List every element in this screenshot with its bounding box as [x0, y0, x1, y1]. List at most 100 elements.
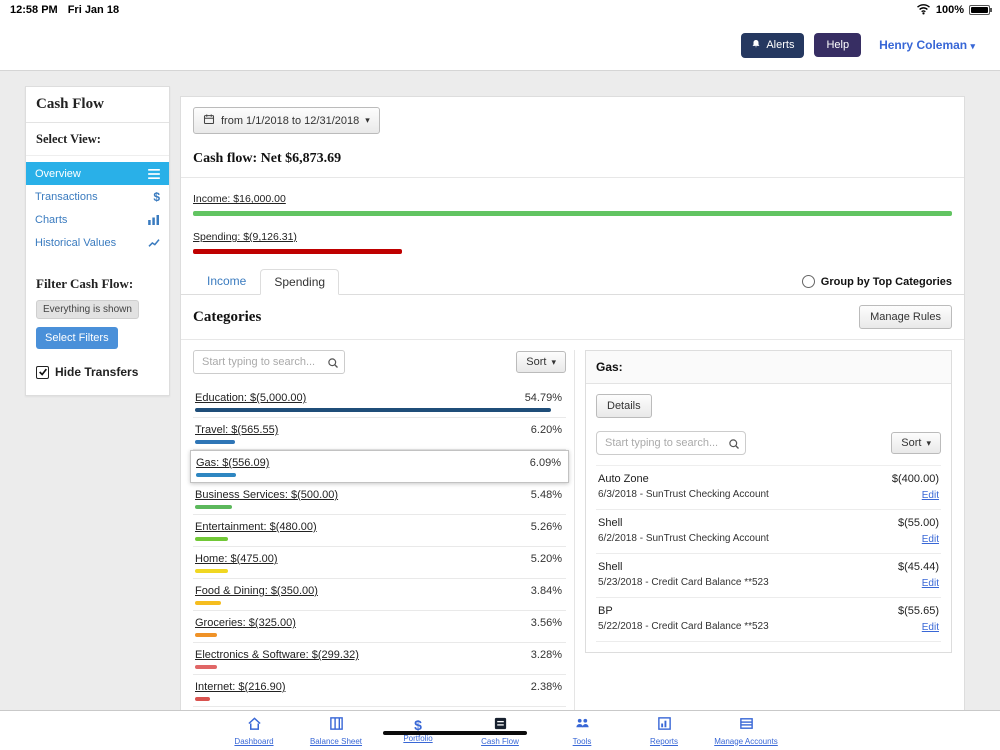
tab-income[interactable]: Income	[193, 268, 260, 294]
category-label[interactable]: Education: $(5,000.00)	[195, 392, 306, 404]
battery-percent: 100%	[936, 4, 964, 16]
sidebar-item-historical-values[interactable]: Historical Values	[26, 231, 169, 254]
sidebar-item-charts[interactable]: Charts	[26, 208, 169, 231]
transaction-edit-link[interactable]: Edit	[922, 622, 939, 633]
category-bar	[195, 633, 217, 637]
transaction-meta: 5/23/2018 - Credit Card Balance **523	[598, 577, 769, 588]
nav-reports[interactable]: Reports	[633, 716, 695, 746]
view-menu: Overview Transactions $ Charts Histo	[26, 162, 169, 254]
category-row[interactable]: Travel: $(565.55) 6.20%	[193, 418, 566, 450]
category-percent: 3.56%	[531, 617, 562, 629]
category-label[interactable]: Gas: $(556.09)	[196, 457, 269, 469]
status-time: 12:58 PM	[10, 4, 58, 16]
chevron-down-icon: ▾	[365, 115, 370, 126]
category-row[interactable]: Gas: $(556.09) 6.09%	[190, 450, 569, 483]
manage-rules-button[interactable]: Manage Rules	[859, 305, 952, 329]
transaction-row[interactable]: Shell 5/23/2018 - Credit Card Balance **…	[596, 554, 941, 598]
category-label[interactable]: Internet: $(216.90)	[195, 681, 286, 693]
transaction-search-input[interactable]	[596, 431, 746, 455]
user-name: Henry Coleman	[879, 38, 967, 52]
transaction-edit-link[interactable]: Edit	[922, 534, 939, 545]
calendar-icon	[203, 113, 215, 128]
income-bar	[193, 211, 952, 216]
category-label[interactable]: Business Services: $(500.00)	[195, 489, 338, 501]
category-sort-button[interactable]: Sort ▾	[516, 351, 566, 373]
sidebar-item-overview[interactable]: Overview	[26, 162, 169, 185]
transaction-amount: $(55.65)	[898, 605, 939, 617]
app-screen: 12:58 PM Fri Jan 18 100% Alerts Help Hen…	[0, 0, 1000, 750]
category-bar	[195, 665, 217, 669]
category-label[interactable]: Food & Dining: $(350.00)	[195, 585, 318, 597]
transaction-sort-button[interactable]: Sort ▾	[891, 432, 941, 454]
select-view-label: Select View:	[26, 123, 169, 156]
bottom-nav: Dashboard Balance Sheet $ Portfolio Cash…	[0, 710, 1000, 750]
category-label[interactable]: Home: $(475.00)	[195, 553, 278, 565]
nav-manage-accounts[interactable]: Manage Accounts	[715, 716, 777, 746]
transaction-edit-link[interactable]: Edit	[922, 490, 939, 501]
categories-column: Sort ▾ Education: $(5,000.00) 54.79%	[193, 350, 575, 711]
category-label[interactable]: Entertainment: $(480.00)	[195, 521, 317, 533]
group-by-label: Group by Top Categories	[821, 276, 952, 288]
category-row[interactable]: Education: $(5,000.00) 54.79%	[193, 386, 566, 418]
hide-transfers-checkbox[interactable]	[36, 366, 49, 379]
transaction-list: Auto Zone 6/3/2018 - SunTrust Checking A…	[596, 466, 941, 642]
category-percent: 2.38%	[531, 681, 562, 693]
transaction-row[interactable]: Shell 6/2/2018 - SunTrust Checking Accou…	[596, 510, 941, 554]
category-row[interactable]: Internet: $(216.90) 2.38%	[193, 675, 566, 707]
app-header: Alerts Help Henry Coleman ▾	[0, 20, 1000, 70]
bell-icon	[751, 39, 761, 52]
transaction-meta: 6/3/2018 - SunTrust Checking Account	[598, 489, 769, 500]
nav-tools[interactable]: Tools	[551, 716, 613, 746]
page-title: Cash Flow	[26, 87, 169, 123]
transaction-amount: $(45.44)	[898, 561, 939, 573]
sort-label: Sort	[526, 356, 546, 368]
category-row[interactable]: Electronics & Software: $(299.32) 3.28%	[193, 643, 566, 675]
category-search-input[interactable]	[193, 350, 345, 374]
help-button[interactable]: Help	[814, 33, 861, 57]
category-detail-panel: Gas: Details Sort	[585, 350, 952, 653]
category-bar	[195, 505, 232, 509]
select-filters-button[interactable]: Select Filters	[36, 327, 118, 349]
nav-label: Tools	[573, 737, 592, 746]
transaction-row[interactable]: Auto Zone 6/3/2018 - SunTrust Checking A…	[596, 466, 941, 510]
bar-chart-icon	[148, 215, 160, 225]
nav-label: Portfolio	[403, 734, 432, 743]
nav-dashboard[interactable]: Dashboard	[223, 716, 285, 746]
transaction-payee: BP	[598, 605, 769, 617]
category-label[interactable]: Travel: $(565.55)	[195, 424, 278, 436]
category-bar	[195, 408, 551, 412]
category-label[interactable]: Groceries: $(325.00)	[195, 617, 296, 629]
nav-balance-sheet[interactable]: Balance Sheet	[305, 716, 367, 746]
category-row[interactable]: Groceries: $(325.00) 3.56%	[193, 611, 566, 643]
sidebar-item-label: Historical Values	[35, 237, 116, 249]
home-indicator[interactable]	[383, 731, 527, 735]
alerts-button[interactable]: Alerts	[741, 33, 804, 58]
transaction-row[interactable]: BP 5/22/2018 - Credit Card Balance **523…	[596, 598, 941, 642]
category-row[interactable]: Food & Dining: $(350.00) 3.84%	[193, 579, 566, 611]
category-row[interactable]: Business Services: $(500.00) 5.48%	[193, 483, 566, 515]
category-label[interactable]: Electronics & Software: $(299.32)	[195, 649, 359, 661]
category-percent: 5.20%	[531, 553, 562, 565]
hamburger-icon	[148, 169, 160, 179]
transaction-edit-link[interactable]: Edit	[922, 578, 939, 589]
category-row[interactable]: Home: $(475.00) 5.20%	[193, 547, 566, 579]
status-bar: 12:58 PM Fri Jan 18 100%	[0, 0, 1000, 20]
tab-bar: Income Spending Group by Top Categories	[181, 268, 964, 295]
income-total-link[interactable]: Income: $16,000.00	[193, 193, 286, 205]
sidebar-item-label: Overview	[35, 168, 81, 180]
date-range-button[interactable]: from 1/1/2018 to 12/31/2018 ▾	[193, 107, 380, 134]
tab-spending[interactable]: Spending	[260, 269, 339, 295]
category-row[interactable]: Entertainment: $(480.00) 5.26%	[193, 515, 566, 547]
details-button[interactable]: Details	[596, 394, 652, 418]
group-by-top-categories-checkbox[interactable]	[802, 275, 815, 288]
sidebar-item-transactions[interactable]: Transactions $	[26, 185, 169, 208]
user-menu[interactable]: Henry Coleman ▾	[879, 38, 975, 52]
categories-title: Categories	[193, 309, 261, 326]
category-percent: 3.28%	[531, 649, 562, 661]
nav-label: Manage Accounts	[714, 737, 778, 746]
net-cash-flow-heading: Cash flow: Net $6,873.69	[193, 151, 952, 167]
category-bar	[195, 569, 228, 573]
transaction-payee: Shell	[598, 561, 769, 573]
spending-total-link[interactable]: Spending: $(9,126.31)	[193, 231, 297, 243]
balance-sheet-icon	[329, 716, 344, 736]
